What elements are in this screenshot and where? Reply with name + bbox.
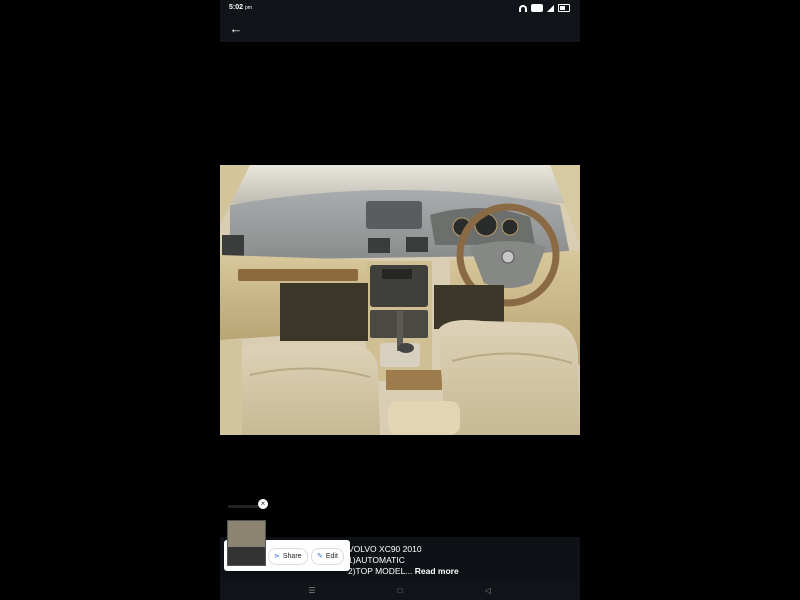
screenshot-thumbnail[interactable] [227, 520, 266, 566]
upload-progress-bar [228, 505, 258, 508]
status-bar: 5:02 pm [220, 0, 580, 16]
time-suffix: pm [244, 5, 252, 11]
caption-line-2: 1)AUTOMATIC [348, 555, 405, 565]
car-interior-image [220, 165, 580, 435]
pencil-icon: ✎ [317, 553, 323, 560]
thumbnail-image [228, 521, 265, 547]
status-time: 5:02 pm [229, 0, 252, 16]
time-text: 5:02 [229, 4, 244, 11]
data-icon [531, 4, 543, 12]
edit-label: Edit [325, 553, 338, 560]
battery-icon [558, 4, 570, 12]
caption-line-3: 2)TOP MODEL... Read more [348, 566, 459, 577]
back-button[interactable]: ← [228, 21, 244, 37]
recents-button[interactable]: ☰ [305, 584, 319, 598]
share-button[interactable]: ⋗ Share [268, 548, 308, 565]
screenshot-share-popup: ⋗ Share ✎ Edit [224, 520, 350, 571]
close-button[interactable]: × [258, 499, 268, 509]
signal-icon [547, 4, 554, 12]
back-triangle-icon: ◁ [484, 586, 492, 595]
caption-line-1: VOLVO XC90 2010 [348, 544, 422, 554]
system-back-button[interactable]: ◁ [481, 584, 495, 598]
navigation-bar: ☰ □ ◁ [220, 582, 580, 600]
share-icon: ⋗ [274, 553, 280, 560]
menu-icon: ☰ [308, 586, 316, 595]
close-icon: × [260, 499, 266, 508]
app-bar: ← [220, 16, 580, 42]
home-button[interactable]: □ [393, 584, 407, 598]
share-label: Share [282, 553, 302, 560]
read-more-link[interactable]: Read more [415, 566, 459, 576]
caption-line-3-text: 2)TOP MODEL... [348, 566, 413, 576]
edit-button[interactable]: ✎ Edit [311, 548, 344, 565]
status-icons [519, 4, 570, 12]
car-interior-photo[interactable] [220, 165, 580, 435]
phone-screen: 5:02 pm ← × VOLVO XC90 2010 1)AUTOMATIC … [220, 0, 580, 600]
wifi-icon [519, 4, 527, 12]
arrow-left-icon: ← [229, 21, 243, 36]
post-caption: VOLVO XC90 2010 1)AUTOMATIC 2)TOP MODEL.… [348, 544, 459, 577]
home-square-icon: □ [397, 586, 403, 595]
